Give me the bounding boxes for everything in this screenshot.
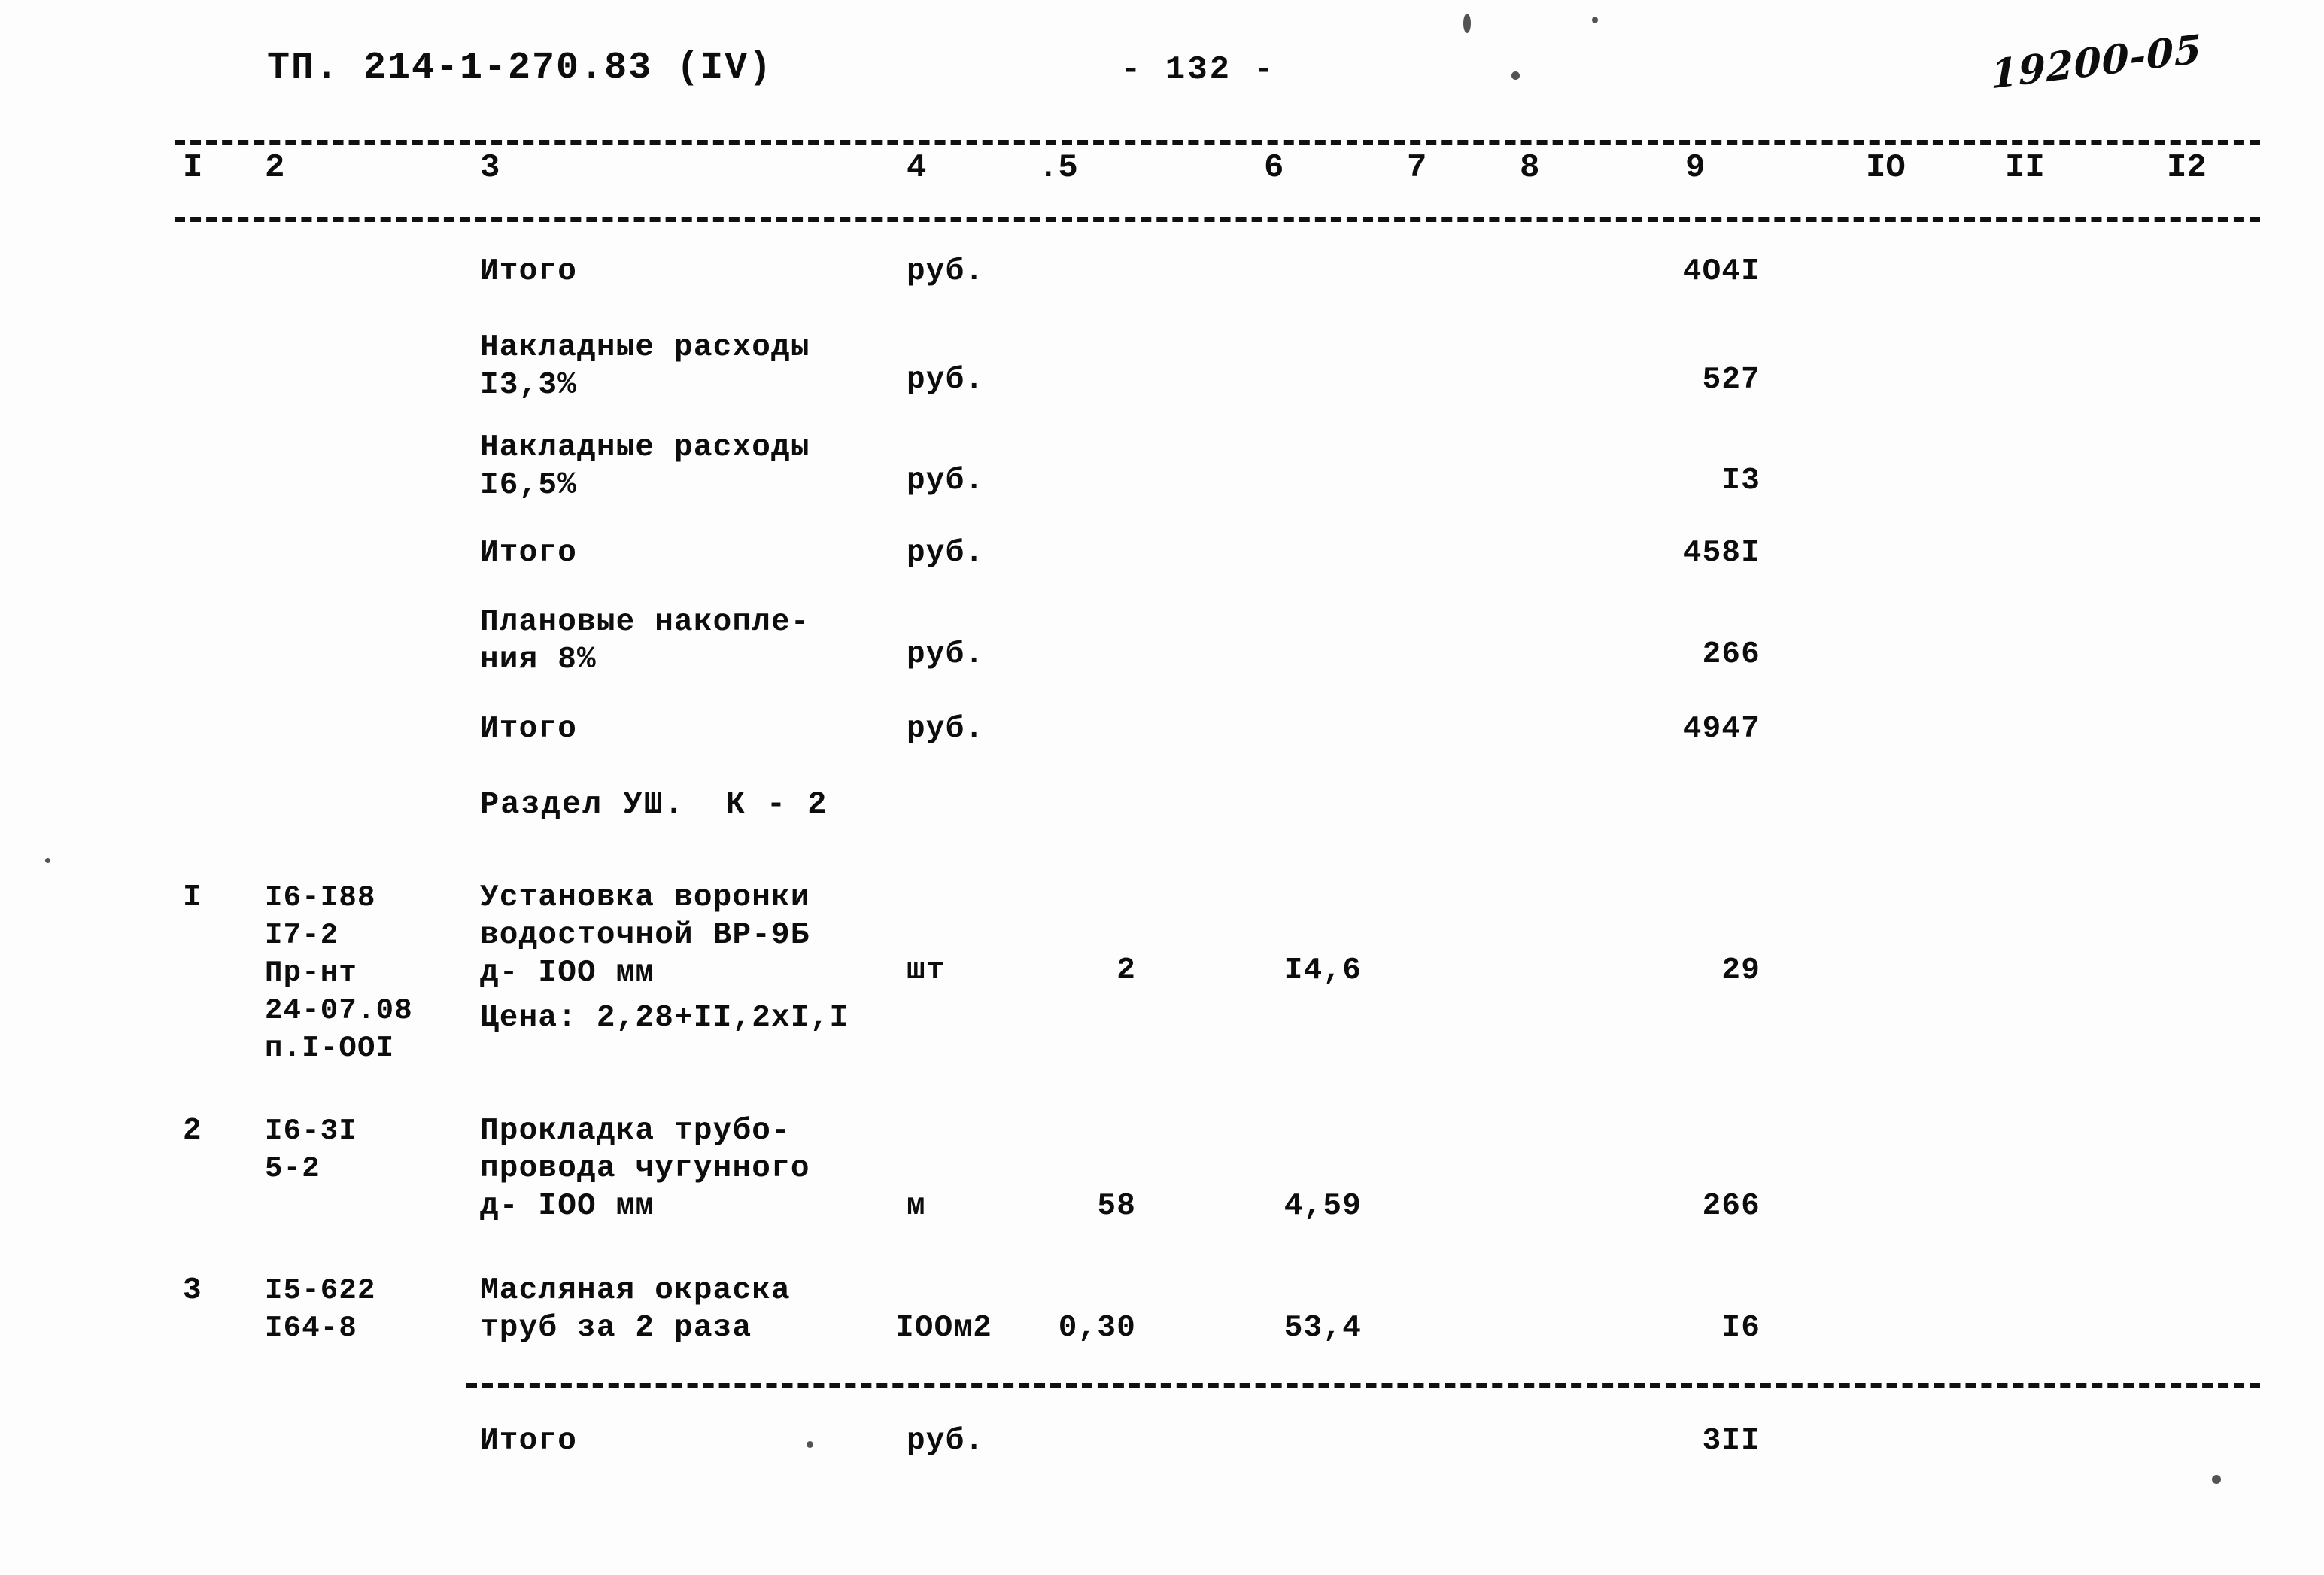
item-name: Масляная окраска труб за 2 раза (480, 1273, 791, 1345)
footer-total-label: Итого (480, 1424, 578, 1458)
row-unit: руб. (907, 464, 985, 498)
scan-speckle (45, 858, 50, 863)
scan-speckle (1463, 14, 1471, 33)
item-price-note: Цена: 2,28+II,2xI,I (480, 1001, 849, 1035)
item-total: 266 (1702, 1189, 1760, 1224)
item-code: I6-3I 5-2 (265, 1114, 358, 1185)
row-unit: руб. (907, 637, 985, 672)
item-code: I5-622 I64-8 (265, 1274, 376, 1345)
section-heading: Раздел УШ. К - 2 (480, 786, 828, 822)
row-total: 527 (1702, 363, 1760, 397)
item-qty: 0,30 (1058, 1311, 1136, 1345)
row-total: I3 (1721, 464, 1760, 498)
item-number: 3 (183, 1273, 202, 1308)
footer-total-value: 3II (1702, 1424, 1760, 1458)
row-unit: руб. (907, 254, 985, 289)
row-total: 458I (1682, 536, 1760, 570)
item-name: Прокладка трубо- провода чугунного д- IО… (480, 1114, 810, 1224)
item-total: 29 (1721, 953, 1760, 988)
item-unit: м (907, 1189, 926, 1224)
scan-speckle (1511, 71, 1520, 80)
item-qty: 2 (1116, 953, 1136, 988)
scan-speckle (2212, 1475, 2221, 1484)
item-number: I (183, 880, 202, 915)
row-total: 4O4I (1682, 254, 1760, 289)
table-row: Накладные расходы I6,5% (480, 430, 810, 503)
item-qty: 58 (1097, 1189, 1136, 1224)
table-row: Итого (480, 712, 578, 746)
table-row: Итого (480, 254, 578, 289)
table-row: Итого (480, 536, 578, 570)
item-price: 53,4 (1284, 1311, 1362, 1345)
row-unit: руб. (907, 363, 985, 397)
estimate-table: Итого руб. 4O4I Накладные расходы I3,3% … (0, 0, 2324, 1575)
row-unit: руб. (907, 712, 985, 746)
item-price: 4,59 (1284, 1189, 1362, 1224)
item-name: Установка воронки водосточной ВР-9Б д- I… (480, 880, 810, 990)
item-number: 2 (183, 1114, 202, 1148)
table-row: Плановые накопле- ния 8% (480, 605, 810, 677)
scanned-page: ТП. 214-1-270.83 (IV) - 132 - 19200-05 I… (0, 0, 2324, 1575)
row-total: 266 (1702, 637, 1760, 672)
table-row: Накладные расходы I3,3% (480, 330, 810, 403)
footer-total-unit: руб. (907, 1424, 985, 1458)
scan-speckle (1592, 17, 1598, 23)
item-price: I4,6 (1284, 953, 1362, 988)
item-unit: IOOм2 (895, 1311, 993, 1345)
item-code: I6-I88 I7-2 Пр-нт 24-07.08 п.I-OOI (265, 881, 413, 1065)
scan-speckle (807, 1441, 813, 1448)
item-total: I6 (1721, 1311, 1760, 1345)
row-unit: руб. (907, 536, 985, 570)
row-total: 4947 (1682, 712, 1760, 746)
item-unit: шт (907, 953, 946, 988)
